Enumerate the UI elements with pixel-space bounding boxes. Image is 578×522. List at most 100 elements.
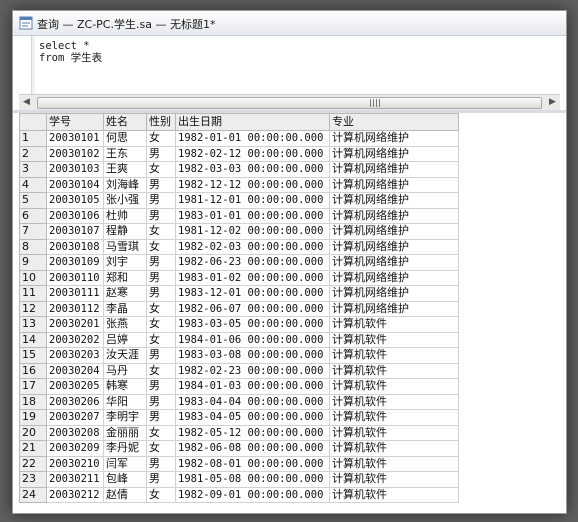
cell-birthdate[interactable]: 1983-03-05 00:00:00.000 bbox=[175, 316, 330, 333]
cell-birthdate[interactable]: 1984-01-06 00:00:00.000 bbox=[175, 331, 330, 348]
cell-name[interactable]: 吕婷 bbox=[103, 331, 147, 348]
cell-name[interactable]: 马雪琪 bbox=[103, 238, 147, 255]
cell-sex[interactable]: 男 bbox=[146, 269, 176, 286]
cell-major[interactable]: 计算机网络维护 bbox=[329, 207, 459, 224]
table-row[interactable]: 22 20030210 闫军男 1982-08-01 00:00:00.000 计算机软… bbox=[19, 455, 459, 472]
cell-name[interactable]: 刘宇 bbox=[103, 254, 147, 271]
cell-major[interactable]: 计算机软件 bbox=[329, 316, 459, 333]
row-number[interactable]: 6 bbox=[19, 207, 47, 224]
scroll-right-icon[interactable]: ▶ bbox=[545, 95, 560, 110]
cell-birthdate[interactable]: 1983-04-04 00:00:00.000 bbox=[175, 393, 330, 410]
cell-sex[interactable]: 女 bbox=[146, 440, 176, 457]
sql-editor[interactable]: select * from 学生表 bbox=[13, 36, 566, 94]
cell-major[interactable]: 计算机网络维护 bbox=[329, 192, 459, 209]
cell-name[interactable]: 张小强 bbox=[103, 192, 147, 209]
row-number[interactable]: 21 bbox=[19, 440, 47, 457]
column-header-name[interactable]: 姓名 bbox=[103, 113, 147, 131]
cell-birthdate[interactable]: 1982-02-23 00:00:00.000 bbox=[175, 362, 330, 379]
cell-student-id[interactable]: 20030208 bbox=[46, 424, 104, 441]
cell-student-id[interactable]: 20030106 bbox=[46, 207, 104, 224]
cell-birthdate[interactable]: 1982-06-23 00:00:00.000 bbox=[175, 254, 330, 271]
cell-major[interactable]: 计算机网络维护 bbox=[329, 300, 459, 317]
column-header-birthdate[interactable]: 出生日期 bbox=[175, 113, 330, 131]
cell-birthdate[interactable]: 1982-06-07 00:00:00.000 bbox=[175, 300, 330, 317]
table-row[interactable]: 15 20030203 汝天涯男 1983-03-08 00:00:00.000 计算机… bbox=[19, 347, 459, 364]
row-number[interactable]: 1 bbox=[19, 130, 47, 147]
cell-sex[interactable]: 男 bbox=[146, 192, 176, 209]
row-number[interactable]: 11 bbox=[19, 285, 47, 302]
row-number[interactable]: 7 bbox=[19, 223, 47, 240]
cell-birthdate[interactable]: 1983-03-08 00:00:00.000 bbox=[175, 347, 330, 364]
cell-major[interactable]: 计算机软件 bbox=[329, 471, 459, 488]
cell-birthdate[interactable]: 1983-01-01 00:00:00.000 bbox=[175, 207, 330, 224]
cell-student-id[interactable]: 20030101 bbox=[46, 130, 104, 147]
cell-birthdate[interactable]: 1982-05-12 00:00:00.000 bbox=[175, 424, 330, 441]
cell-sex[interactable]: 男 bbox=[146, 378, 176, 395]
cell-student-id[interactable]: 20030102 bbox=[46, 145, 104, 162]
cell-name[interactable]: 马丹 bbox=[103, 362, 147, 379]
cell-sex[interactable]: 女 bbox=[146, 161, 176, 178]
cell-sex[interactable]: 女 bbox=[146, 238, 176, 255]
sql-code[interactable]: select * from 学生表 bbox=[39, 40, 102, 64]
cell-student-id[interactable]: 20030202 bbox=[46, 331, 104, 348]
cell-birthdate[interactable]: 1982-06-08 00:00:00.000 bbox=[175, 440, 330, 457]
cell-major[interactable]: 计算机软件 bbox=[329, 424, 459, 441]
cell-sex[interactable]: 男 bbox=[146, 145, 176, 162]
table-row[interactable]: 2 20030102 王东男 1982-02-12 00:00:00.000 计算机网络… bbox=[19, 145, 459, 162]
row-number[interactable]: 17 bbox=[19, 378, 47, 395]
cell-student-id[interactable]: 20030205 bbox=[46, 378, 104, 395]
row-number[interactable]: 9 bbox=[19, 254, 47, 271]
editor-horizontal-scrollbar[interactable]: ◀ ▶ bbox=[19, 94, 560, 111]
cell-name[interactable]: 金丽丽 bbox=[103, 424, 147, 441]
row-number[interactable]: 15 bbox=[19, 347, 47, 364]
row-number[interactable]: 3 bbox=[19, 161, 47, 178]
table-row[interactable]: 10 20030110 郑和男 1983-01-02 00:00:00.000 计算机网… bbox=[19, 269, 459, 286]
row-number[interactable]: 12 bbox=[19, 300, 47, 317]
cell-sex[interactable]: 男 bbox=[146, 347, 176, 364]
cell-birthdate[interactable]: 1983-12-01 00:00:00.000 bbox=[175, 285, 330, 302]
cell-major[interactable]: 计算机软件 bbox=[329, 409, 459, 426]
cell-student-id[interactable]: 20030209 bbox=[46, 440, 104, 457]
cell-student-id[interactable]: 20030201 bbox=[46, 316, 104, 333]
cell-major[interactable]: 计算机软件 bbox=[329, 393, 459, 410]
column-header-major[interactable]: 专业 bbox=[329, 113, 459, 131]
table-row[interactable]: 18 20030206 华阳男 1983-04-04 00:00:00.000 计算机软… bbox=[19, 393, 459, 410]
cell-sex[interactable]: 男 bbox=[146, 176, 176, 193]
cell-name[interactable]: 李明宇 bbox=[103, 409, 147, 426]
cell-sex[interactable]: 女 bbox=[146, 362, 176, 379]
cell-name[interactable]: 郑和 bbox=[103, 269, 147, 286]
table-row[interactable]: 23 20030211 包峰男 1981-05-08 00:00:00.000 计算机软… bbox=[19, 471, 459, 488]
cell-sex[interactable]: 男 bbox=[146, 393, 176, 410]
cell-major[interactable]: 计算机软件 bbox=[329, 440, 459, 457]
cell-student-id[interactable]: 20030206 bbox=[46, 393, 104, 410]
cell-student-id[interactable]: 20030212 bbox=[46, 486, 104, 503]
cell-name[interactable]: 李晶 bbox=[103, 300, 147, 317]
cell-name[interactable]: 赵倩 bbox=[103, 486, 147, 503]
table-row[interactable]: 4 20030104 刘海峰男 1982-12-12 00:00:00.000 计算机网… bbox=[19, 176, 459, 193]
table-row[interactable]: 13 20030201 张燕女 1983-03-05 00:00:00.000 计算机软… bbox=[19, 316, 459, 333]
table-row[interactable]: 3 20030103 王爽女 1982-03-03 00:00:00.000 计算机网络… bbox=[19, 161, 459, 178]
table-row[interactable]: 16 20030204 马丹女 1982-02-23 00:00:00.000 计算机软… bbox=[19, 362, 459, 379]
cell-major[interactable]: 计算机软件 bbox=[329, 362, 459, 379]
cell-major[interactable]: 计算机网络维护 bbox=[329, 238, 459, 255]
table-row[interactable]: 24 20030212 赵倩女 1982-09-01 00:00:00.000 计算机软… bbox=[19, 486, 459, 503]
cell-birthdate[interactable]: 1983-04-05 00:00:00.000 bbox=[175, 409, 330, 426]
cell-sex[interactable]: 女 bbox=[146, 223, 176, 240]
table-row[interactable]: 12 20030112 李晶女 1982-06-07 00:00:00.000 计算机网… bbox=[19, 300, 459, 317]
cell-student-id[interactable]: 20030112 bbox=[46, 300, 104, 317]
row-number[interactable]: 24 bbox=[19, 486, 47, 503]
cell-birthdate[interactable]: 1981-12-01 00:00:00.000 bbox=[175, 192, 330, 209]
cell-major[interactable]: 计算机网络维护 bbox=[329, 176, 459, 193]
table-row[interactable]: 9 20030109 刘宇男 1982-06-23 00:00:00.000 计算机网络… bbox=[19, 254, 459, 271]
cell-sex[interactable]: 女 bbox=[146, 316, 176, 333]
cell-sex[interactable]: 男 bbox=[146, 471, 176, 488]
scrollbar-thumb[interactable] bbox=[37, 97, 542, 109]
row-number[interactable]: 5 bbox=[19, 192, 47, 209]
cell-name[interactable]: 华阳 bbox=[103, 393, 147, 410]
table-row[interactable]: 8 20030108 马雪琪女 1982-02-03 00:00:00.000 计算机网… bbox=[19, 238, 459, 255]
cell-student-id[interactable]: 20030204 bbox=[46, 362, 104, 379]
cell-sex[interactable]: 女 bbox=[146, 300, 176, 317]
cell-birthdate[interactable]: 1982-08-01 00:00:00.000 bbox=[175, 455, 330, 472]
row-number[interactable]: 19 bbox=[19, 409, 47, 426]
row-number[interactable]: 16 bbox=[19, 362, 47, 379]
